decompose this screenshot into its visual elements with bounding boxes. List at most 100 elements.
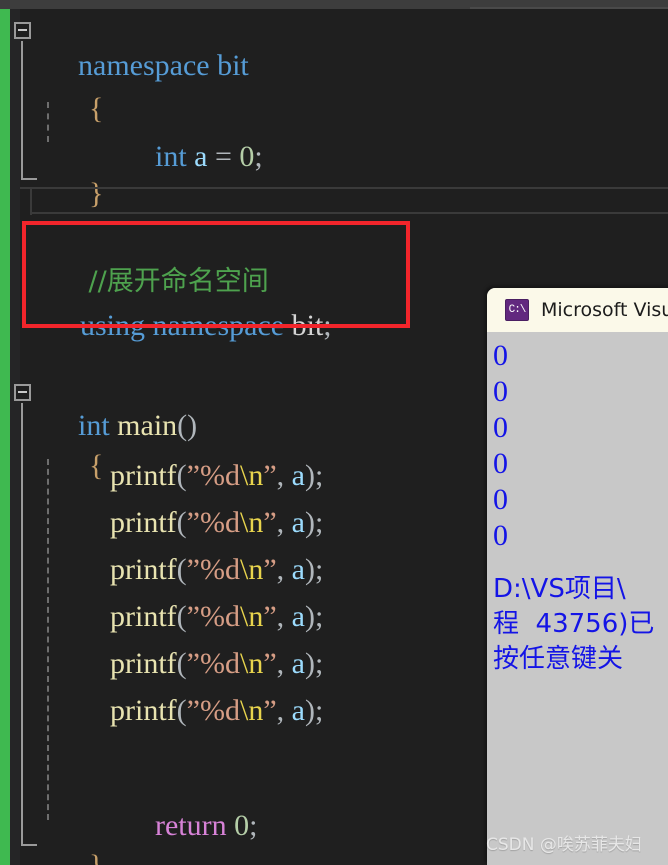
token-semicolon: ; xyxy=(314,694,324,727)
console-output-area[interactable]: 000000 D:\VS项目\ 程 43756)已 按任意键关 xyxy=(487,332,668,865)
token-escape-newline: \n xyxy=(239,647,264,680)
token-quote-close: ” xyxy=(263,694,277,727)
token-format-specifier: %d xyxy=(199,553,240,586)
token-keyword-namespace-2: namespace xyxy=(152,309,285,342)
console-titlebar[interactable]: C:\ Microsoft Visual S xyxy=(487,288,668,332)
token-brace-open-main: { xyxy=(89,449,104,482)
console-output-line-3: 0 xyxy=(493,411,508,444)
token-function-printf: printf xyxy=(110,506,177,539)
code-line-14-printf: printf(”%d\n”, a); xyxy=(110,602,323,632)
token-semicolon: ; xyxy=(314,600,324,633)
editor-gutter[interactable] xyxy=(10,9,20,865)
token-lparen: ( xyxy=(176,553,187,586)
indent-guide-namespace xyxy=(47,102,49,142)
console-message-line-1: D:\VS项目\ xyxy=(493,574,626,604)
console-window-title: Microsoft Visual S xyxy=(541,299,668,321)
fold-toggle-namespace[interactable] xyxy=(14,22,31,39)
fold-region-foot-main xyxy=(21,844,37,846)
fold-region-line-main xyxy=(21,403,23,844)
token-rparen: ) xyxy=(304,600,315,633)
token-brace-open: { xyxy=(89,92,104,125)
token-number-zero: 0 xyxy=(239,140,255,173)
token-lparen: ( xyxy=(176,459,187,492)
console-message-line-2: 程 43756)已 xyxy=(493,609,655,639)
console-message-lines: D:\VS项目\ 程 43756)已 按任意键关 xyxy=(493,572,668,677)
token-format-specifier: %d xyxy=(199,647,240,680)
token-semicolon-2: ; xyxy=(323,309,332,342)
code-line-15-printf: printf(”%d\n”, a); xyxy=(110,649,323,679)
token-lparen: ( xyxy=(176,600,187,633)
token-quote-open: ” xyxy=(186,647,200,680)
token-quote-close: ” xyxy=(263,553,277,586)
code-line-10: { xyxy=(44,421,103,511)
token-space-2 xyxy=(145,309,153,342)
fold-region-foot-namespace xyxy=(21,178,37,180)
token-quote-open: ” xyxy=(186,694,200,727)
token-semicolon: ; xyxy=(314,506,324,539)
token-quote-open: ” xyxy=(186,553,200,586)
console-output-line-2: 0 xyxy=(493,375,508,408)
token-function-printf: printf xyxy=(110,647,177,680)
token-escape-newline: \n xyxy=(239,553,264,586)
token-brace-close: } xyxy=(89,177,104,210)
token-quote-close: ” xyxy=(263,647,277,680)
fold-toggle-main[interactable] xyxy=(14,384,31,401)
token-arg-a: a xyxy=(291,553,305,586)
token-parens-main: () xyxy=(177,409,198,442)
token-quote-close: ” xyxy=(263,600,277,633)
token-semicolon: ; xyxy=(314,553,324,586)
token-semicolon: ; xyxy=(314,647,324,680)
command-prompt-icon: C:\ xyxy=(505,299,529,321)
token-lparen: ( xyxy=(176,647,187,680)
code-line-18-return: return 0; xyxy=(110,781,257,865)
token-comma: , xyxy=(276,506,292,539)
code-line-4: } xyxy=(44,149,103,239)
code-line-19: } xyxy=(44,821,103,865)
token-arg-a: a xyxy=(291,459,305,492)
token-quote-open: ” xyxy=(186,459,200,492)
console-window[interactable]: C:\ Microsoft Visual S 000000 D:\VS项目\ 程 … xyxy=(487,288,668,865)
token-comma: , xyxy=(276,459,292,492)
fold-region-line-namespace xyxy=(21,41,23,178)
token-keyword-return: return xyxy=(155,809,227,842)
token-arg-a: a xyxy=(291,694,305,727)
token-rparen: ) xyxy=(304,647,315,680)
token-format-specifier: %d xyxy=(199,459,240,492)
console-output-line-5: 0 xyxy=(493,483,508,516)
token-escape-newline: \n xyxy=(239,506,264,539)
token-var-a: a xyxy=(194,140,208,173)
token-quote-open: ” xyxy=(186,506,200,539)
token-quote-open: ” xyxy=(186,600,200,633)
token-quote-close: ” xyxy=(263,459,277,492)
token-lparen: ( xyxy=(176,506,187,539)
code-line-7-using: using namespace bit; xyxy=(35,281,332,371)
token-lparen: ( xyxy=(176,694,187,727)
token-quote-close: ” xyxy=(263,506,277,539)
screenshot-root: namespace bit { int a = 0; } //展开命名空间 us… xyxy=(0,0,668,865)
console-output-lines: 000000 xyxy=(493,338,668,554)
token-arg-a: a xyxy=(291,647,305,680)
token-semicolon: ; xyxy=(314,459,324,492)
token-function-printf: printf xyxy=(110,694,177,727)
token-comma: , xyxy=(276,694,292,727)
token-ns-name: bit xyxy=(291,309,324,342)
token-brace-close-main: } xyxy=(89,849,103,865)
token-rparen: ) xyxy=(304,459,315,492)
token-arg-a: a xyxy=(291,506,305,539)
token-escape-newline: \n xyxy=(239,694,264,727)
code-line-11-printf: printf(”%d\n”, a); xyxy=(110,461,323,491)
code-line-12-printf: printf(”%d\n”, a); xyxy=(110,508,323,538)
token-keyword-namespace: namespace bit xyxy=(78,49,249,82)
console-output-line-4: 0 xyxy=(493,447,508,480)
code-line-2: { xyxy=(44,64,103,154)
token-function-printf: printf xyxy=(110,459,177,492)
token-function-main: main xyxy=(117,409,178,442)
token-rparen: ) xyxy=(304,694,315,727)
token-space-3 xyxy=(284,309,292,342)
token-rparen: ) xyxy=(304,553,315,586)
console-message-line-3: 按任意键关 xyxy=(493,644,624,674)
token-format-specifier: %d xyxy=(199,600,240,633)
token-escape-newline: \n xyxy=(239,600,264,633)
console-output-line-1: 0 xyxy=(493,339,508,372)
token-comma: , xyxy=(276,600,292,633)
